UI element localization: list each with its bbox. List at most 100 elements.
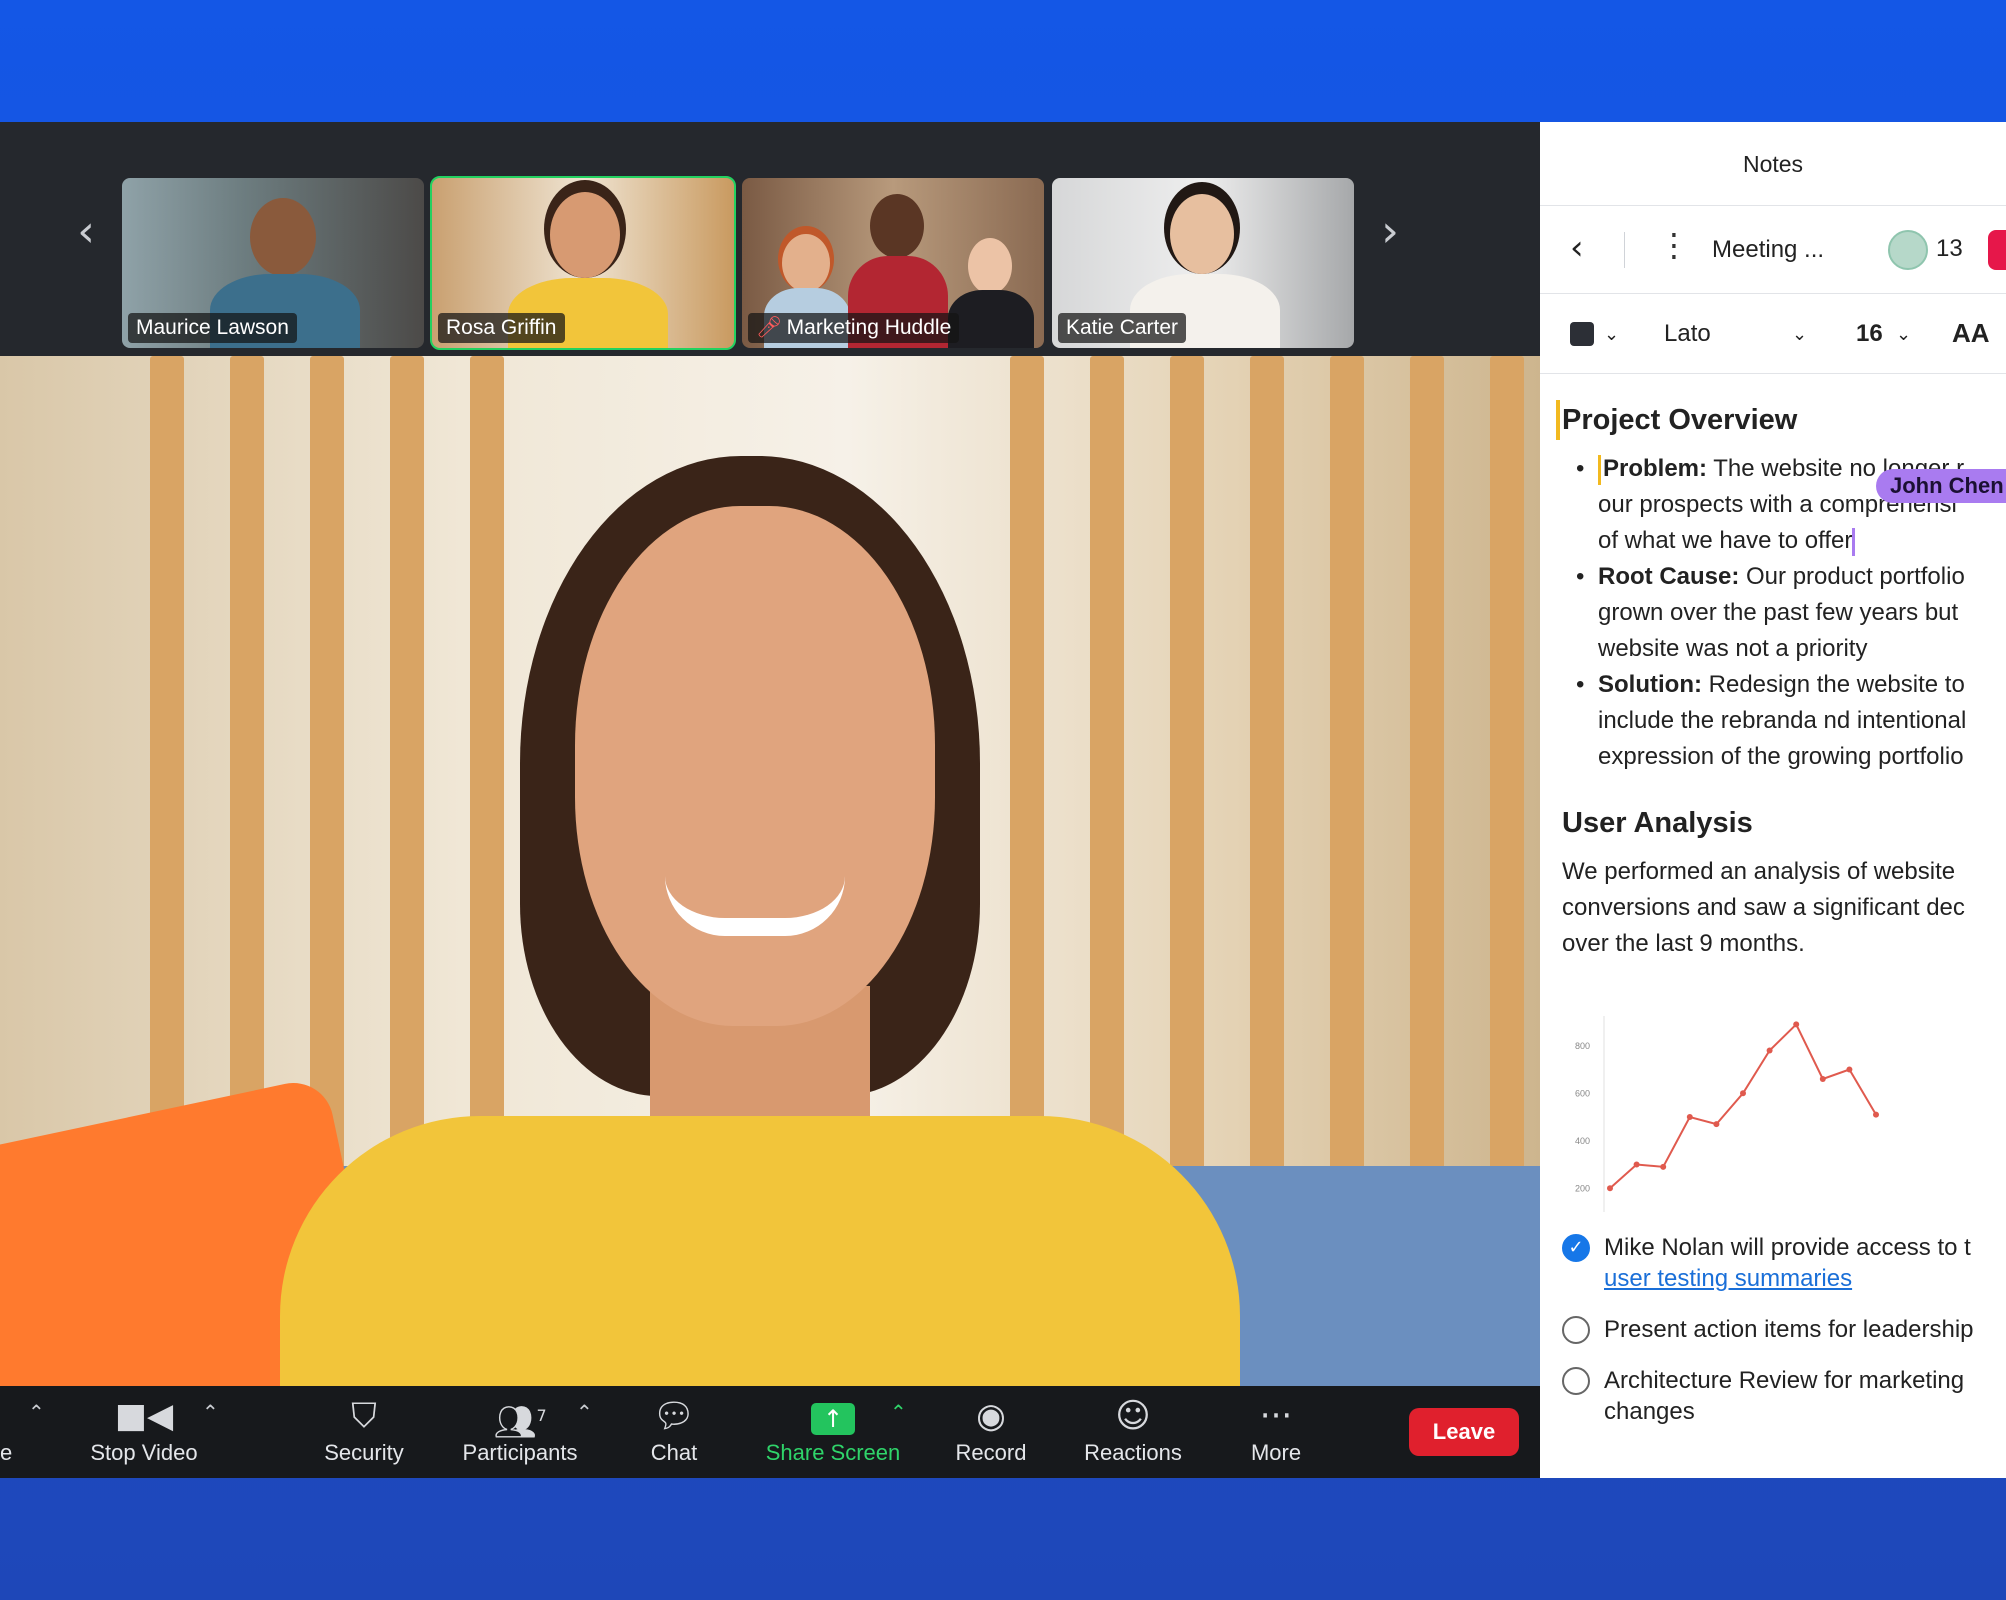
font-family-select[interactable]: Lato: [1664, 320, 1711, 348]
record-button[interactable]: ◉ Record: [948, 1394, 1034, 1474]
thumbnail-maurice-lawson[interactable]: Maurice Lawson: [122, 178, 424, 348]
stop-video-button[interactable]: ■◀ Stop Video: [82, 1394, 206, 1474]
notes-header-bar: ‹ ⋮ Meeting ... 13: [1540, 206, 2006, 294]
back-arrow-icon[interactable]: ‹: [1570, 228, 1584, 268]
formatting-toolbar: ⌄ Lato ⌄ 16 ⌄ AA: [1540, 294, 2006, 374]
paragraph-line: We performed an analysis of website: [1562, 858, 1956, 885]
chart-series-line: [1609, 1022, 1877, 1189]
share-options-caret-icon[interactable]: ⌃: [890, 1400, 907, 1424]
record-indicator-icon[interactable]: [1988, 230, 2006, 270]
task-item: Architecture Review for marketing change…: [1562, 1365, 2006, 1427]
chart-point: [1686, 1114, 1693, 1120]
collaborator-cursor: [1598, 454, 1601, 485]
checkbox-icon[interactable]: [1562, 1367, 1590, 1395]
thumbnail-katie-carter[interactable]: Katie Carter: [1052, 178, 1354, 348]
participants-button[interactable]: 👥︎7 Participants: [452, 1394, 588, 1474]
more-button[interactable]: ··· More: [1246, 1394, 1306, 1474]
more-dots-icon: ···: [1259, 1396, 1293, 1436]
participant-name: Rosa Griffin: [438, 313, 565, 343]
participant-name: 🎤︎ Marketing Huddle: [748, 313, 960, 343]
audio-options-caret-icon[interactable]: ⌃: [28, 1400, 45, 1424]
participant-name-text: Marketing Huddle: [786, 316, 952, 339]
next-page-icon[interactable]: ›: [1370, 202, 1410, 262]
bullet-text: expression of the growing portfolio: [1598, 743, 1964, 770]
text-case-button[interactable]: AA: [1952, 318, 1990, 349]
share-screen-icon: ↑: [760, 1394, 906, 1438]
reactions-label: Reactions: [1084, 1440, 1182, 1465]
chart-point: [1873, 1111, 1879, 1118]
section-heading: Project Overview: [1556, 400, 2006, 440]
bullet-label: Problem:: [1603, 455, 1708, 482]
thumbnail-strip: ‹ Maurice Lawson Rosa Griffin 🎤︎ Marketi…: [0, 122, 1540, 356]
more-label: More: [1250, 1440, 1302, 1465]
record-icon: ◉: [976, 1396, 1006, 1436]
section-heading-text: Project Overview: [1562, 404, 1798, 436]
chevron-down-icon[interactable]: ⌄: [1896, 324, 1911, 345]
notes-panel-title: Notes: [1540, 122, 2006, 206]
mic-muted-icon: 🎤︎: [756, 316, 783, 339]
checkbox-checked-icon[interactable]: ✓: [1562, 1234, 1590, 1262]
share-screen-button[interactable]: ↑ Share Screen: [760, 1394, 906, 1474]
chevron-down-icon[interactable]: ⌄: [1792, 324, 1807, 345]
chart-y-tick-label: 600: [1575, 1088, 1590, 1098]
list-item: Root Cause: Our product portfolio grown …: [1576, 559, 2006, 667]
prev-page-icon[interactable]: ‹: [66, 202, 106, 262]
share-screen-label: Share Screen: [765, 1440, 901, 1465]
shield-icon: ⛉: [351, 1396, 377, 1436]
thumbnail-rosa-griffin[interactable]: Rosa Griffin: [430, 176, 736, 350]
audio-button-partial[interactable]: e: [0, 1394, 12, 1474]
reactions-icon: ☺: [1115, 1396, 1151, 1436]
record-label: Record: [955, 1440, 1027, 1465]
active-speaker-video: [0, 356, 1540, 1386]
chart-point: [1819, 1076, 1826, 1082]
chart-y-tick-label: 800: [1575, 1041, 1590, 1051]
conversions-line-chart: 800 600 400 200: [1575, 1016, 1879, 1212]
bullet-text: website was not a priority: [1598, 635, 1868, 662]
app-window: ‹ Maurice Lawson Rosa Griffin 🎤︎ Marketi…: [0, 122, 2006, 1478]
task-text: changes: [1604, 1398, 1695, 1425]
notes-document[interactable]: Project Overview Problem: The website no…: [1556, 400, 2006, 962]
divider: [1624, 232, 1625, 268]
chart-point: [1660, 1163, 1667, 1170]
participants-options-caret-icon[interactable]: ⌃: [576, 1400, 593, 1424]
video-camera-icon: ■◀: [114, 1396, 174, 1436]
video-options-caret-icon[interactable]: ⌃: [202, 1400, 219, 1424]
task-list: ✓ Mike Nolan will provide access to t us…: [1562, 1232, 2006, 1447]
collaborator-cursor: [1556, 400, 1560, 440]
collaborator-name-tag: John Chen: [1876, 469, 2006, 503]
chart-point: [1846, 1066, 1853, 1073]
chat-button[interactable]: 💬︎ Chat: [636, 1394, 712, 1474]
list-item: Problem: The website no longer r our pro…: [1576, 451, 2006, 559]
leave-button[interactable]: Leave: [1409, 1408, 1519, 1456]
thumbnail-marketing-huddle[interactable]: 🎤︎ Marketing Huddle: [742, 178, 1044, 348]
participants-icon: 👥︎7: [493, 1402, 547, 1443]
bullet-text: Redesign the website to: [1708, 671, 1965, 698]
viewer-avatar[interactable]: [1888, 230, 1928, 270]
task-text: Mike Nolan will provide access to t: [1604, 1234, 1971, 1261]
checkbox-icon[interactable]: [1562, 1316, 1590, 1344]
collaborator-cursor: [1852, 527, 1856, 556]
participant-name: Katie Carter: [1058, 313, 1187, 343]
font-size-select[interactable]: 16: [1856, 320, 1883, 348]
bullet-label: Root Cause:: [1598, 563, 1740, 590]
text-color-swatch[interactable]: [1570, 322, 1594, 346]
chart-point: [1713, 1121, 1720, 1128]
meeting-toolbar: e ⌃ ■◀ Stop Video ⌃ ⛉ Security 👥︎7 Parti…: [0, 1386, 1540, 1478]
reactions-button[interactable]: ☺ Reactions: [1078, 1394, 1188, 1474]
chat-bubble-icon: 💬︎: [652, 1396, 696, 1436]
task-item: Present action items for leadership: [1562, 1314, 2006, 1345]
security-button[interactable]: ⛉ Security: [312, 1394, 416, 1474]
task-link[interactable]: user testing summaries: [1604, 1263, 2006, 1294]
bullet-text: Our product portfolio: [1746, 563, 1965, 590]
chart-point: [1633, 1161, 1640, 1168]
chevron-down-icon[interactable]: ⌄: [1604, 324, 1619, 345]
notes-panel: Notes ‹ ⋮ Meeting ... 13 ⌄ Lato ⌄ 16 ⌄ A…: [1540, 122, 2006, 1478]
task-item: ✓ Mike Nolan will provide access to t us…: [1562, 1232, 2006, 1294]
participant-name: Maurice Lawson: [128, 313, 297, 343]
task-text: Present action items for leadership: [1604, 1316, 1974, 1343]
document-name[interactable]: Meeting ...: [1712, 236, 1824, 264]
kebab-menu-icon[interactable]: ⋮: [1658, 226, 1690, 264]
chart-point: [1740, 1090, 1746, 1097]
stop-video-label: Stop Video: [90, 1440, 198, 1465]
meeting-area: ‹ Maurice Lawson Rosa Griffin 🎤︎ Marketi…: [0, 122, 1540, 1478]
